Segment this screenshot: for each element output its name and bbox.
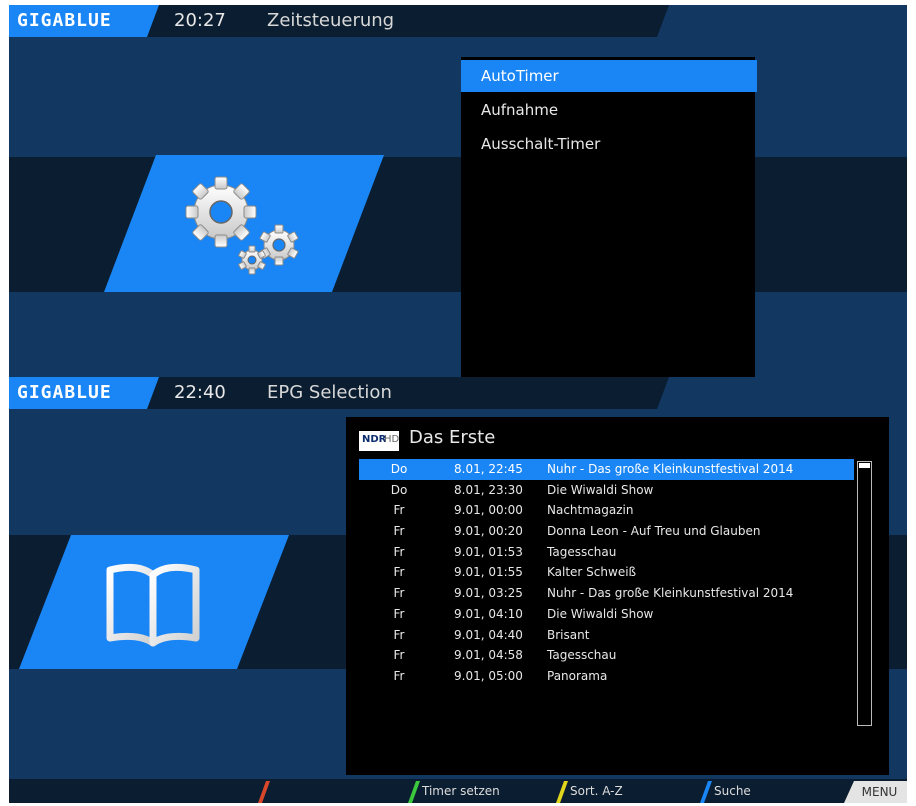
scrollbar-thumb[interactable] — [859, 463, 870, 468]
menu-item-aufnahme[interactable]: Aufnahme — [461, 94, 757, 126]
blue-button-suche[interactable]: Suche — [714, 779, 751, 803]
event-time: 9.01, 04:58 — [454, 648, 523, 663]
event-row[interactable]: Fr 9.01, 05:00 Panorama — [359, 666, 854, 687]
event-title: Tagesschau — [547, 544, 617, 559]
channel-logo-ndr: NDR — [362, 434, 387, 445]
brand-logo-box: GIGABLUE — [9, 5, 159, 37]
event-time: 9.01, 01:55 — [454, 565, 523, 580]
event-row[interactable]: Fr 9.01, 00:20 Donna Leon - Auf Treu und G… — [359, 521, 854, 542]
event-time: 9.01, 04:40 — [454, 627, 523, 642]
event-day: Fr — [393, 524, 405, 539]
event-day: Fr — [393, 648, 405, 663]
button-bar: Timer setzen Sort. A-Z Suche MENU — [9, 779, 907, 803]
channel-logo: NDR HD — [359, 431, 399, 451]
event-title: Kalter Schweiß — [547, 565, 637, 580]
event-row[interactable]: Do 8.01, 23:30 Die Wiwaldi Show — [359, 480, 854, 501]
brand-logo: GIGABLUE — [17, 382, 112, 403]
event-day: Fr — [393, 606, 405, 621]
event-row[interactable]: Fr 9.01, 04:40 Brisant — [359, 625, 854, 646]
event-title: Nachtmagazin — [547, 503, 634, 518]
red-key-marker — [257, 781, 271, 803]
event-row[interactable]: Fr 9.01, 03:25 Nuhr - Das große Kleinkunst… — [359, 583, 854, 604]
event-time: 9.01, 01:53 — [454, 544, 523, 559]
event-title: Die Wiwaldi Show — [547, 606, 654, 621]
event-time: 8.01, 23:30 — [454, 482, 523, 497]
event-row[interactable]: Fr 9.01, 04:10 Die Wiwaldi Show — [359, 604, 854, 625]
event-time: 9.01, 00:00 — [454, 503, 523, 518]
event-day: Fr — [393, 668, 405, 683]
event-time: 8.01, 22:45 — [454, 462, 523, 476]
event-time: 9.01, 03:25 — [454, 586, 523, 601]
event-day: Fr — [393, 544, 405, 559]
brand-logo: GIGABLUE — [17, 10, 112, 31]
screen-title: EPG Selection — [267, 382, 392, 403]
event-row[interactable]: Do 8.01, 22:45 Nuhr - Das große Kleinkunst… — [359, 459, 854, 480]
event-row[interactable]: Fr 9.01, 04:58 Tagesschau — [359, 645, 854, 666]
blue-key-marker — [699, 781, 713, 803]
event-title: Donna Leon - Auf Treu und Glauben — [547, 524, 761, 539]
event-title: Nuhr - Das große Kleinkunstfestival 2014 — [547, 586, 794, 601]
event-day: Fr — [393, 503, 405, 518]
event-title: Tagesschau — [547, 648, 617, 663]
event-list: Do 8.01, 22:45 Nuhr - Das große Kleinkunst… — [359, 459, 854, 687]
brand-logo-box: GIGABLUE — [9, 377, 159, 409]
event-time: 9.01, 05:00 — [454, 668, 523, 683]
epg-screen: GIGABLUE 22:40 EPG Selection NDR HD Das … — [9, 377, 907, 803]
screen-title: Zeitsteuerung — [267, 10, 395, 31]
event-day: Fr — [393, 565, 405, 580]
yellow-button-sort[interactable]: Sort. A-Z — [570, 779, 623, 803]
event-day: Fr — [393, 627, 405, 642]
event-row[interactable]: Fr 9.01, 00:00 Nachtmagazin — [359, 500, 854, 521]
event-day: Do — [390, 482, 408, 497]
menu-item-ausschalt-timer[interactable]: Ausschalt-Timer — [461, 128, 757, 160]
channel-name: Das Erste — [409, 427, 496, 448]
event-day: Do — [390, 462, 408, 476]
yellow-key-marker — [555, 781, 569, 803]
event-title: Nuhr - Das große Kleinkunstfestival 2014 — [547, 462, 794, 476]
green-button-timer-setzen[interactable]: Timer setzen — [422, 779, 500, 803]
clock: 20:27 — [174, 10, 226, 31]
top-bar: GIGABLUE 22:40 EPG Selection — [9, 377, 679, 409]
clock: 22:40 — [174, 382, 226, 403]
event-row[interactable]: Fr 9.01, 01:53 Tagesschau — [359, 542, 854, 563]
event-title: Brisant — [547, 627, 590, 642]
timer-menu: AutoTimer Aufnahme Ausschalt-Timer — [461, 57, 757, 378]
menu-item-autotimer[interactable]: AutoTimer — [461, 60, 757, 92]
event-time: 9.01, 00:20 — [454, 524, 523, 539]
event-row[interactable]: Fr 9.01, 01:55 Kalter Schweiß — [359, 562, 854, 583]
menu-button[interactable]: MENU — [844, 781, 907, 803]
epg-panel: NDR HD Das Erste Do 8.01, 22:45 Nuhr - Das… — [346, 417, 889, 775]
event-day: Fr — [393, 586, 405, 601]
event-time: 9.01, 04:10 — [454, 606, 523, 621]
green-key-marker — [407, 781, 421, 803]
timer-screen: GIGABLUE 20:27 Zeitsteuerung AutoTimer A… — [9, 5, 907, 378]
top-bar: GIGABLUE 20:27 Zeitsteuerung — [9, 5, 679, 37]
event-title: Die Wiwaldi Show — [547, 482, 654, 497]
event-title: Panorama — [547, 668, 608, 683]
scrollbar[interactable] — [857, 461, 872, 726]
channel-logo-hd: HD — [384, 434, 400, 445]
